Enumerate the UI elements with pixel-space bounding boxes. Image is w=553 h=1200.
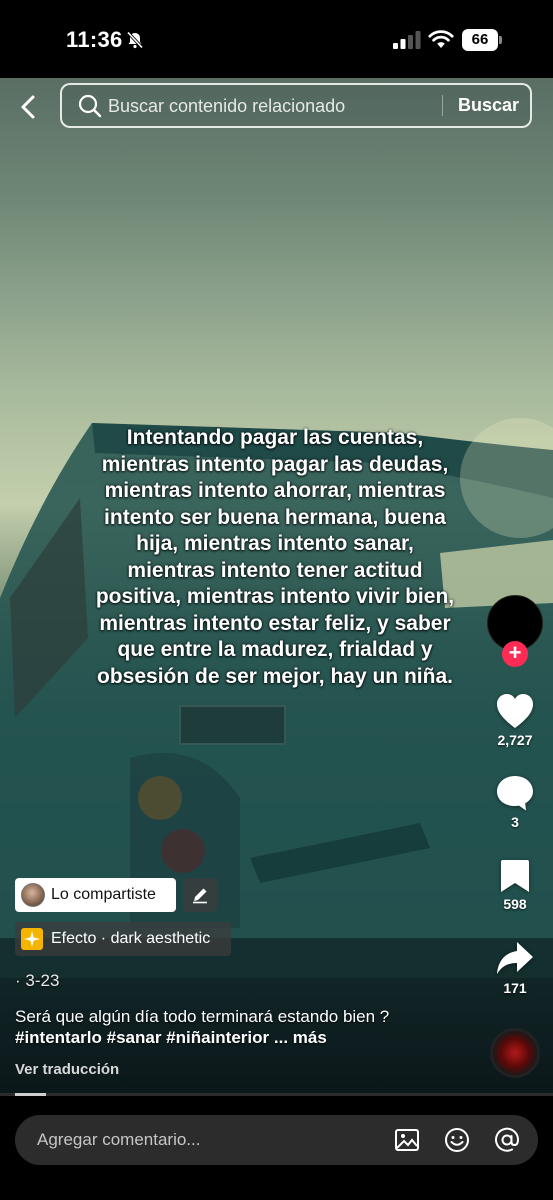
like-count: 2,727 [497, 732, 533, 748]
save-count: 598 [503, 896, 527, 912]
search-input[interactable]: Buscar contenido relacionado [108, 96, 345, 117]
battery-indicator: 66 [462, 29, 502, 51]
shared-chip[interactable]: Lo compartiste [15, 878, 176, 912]
status-bar: 11:36 66 [0, 0, 553, 78]
comment-input[interactable]: Agregar comentario... [15, 1115, 538, 1165]
comment-icon [497, 776, 533, 811]
sparkle-icon [21, 928, 43, 950]
battery-level: 66 [462, 29, 498, 51]
battery-tip [499, 36, 502, 44]
shared-label: Lo compartiste [51, 886, 156, 903]
video-overlay-text: Intentando pagar las cuentas, mientras i… [95, 426, 455, 688]
heart-icon [497, 694, 533, 728]
sound-disc[interactable] [490, 1028, 540, 1078]
translate-link[interactable]: Ver traducción [15, 1061, 119, 1078]
share-count: 171 [503, 980, 527, 996]
caption-hashtags[interactable]: #intentarlo #sanar #niñainterior [15, 1028, 269, 1047]
comment-count: 3 [511, 814, 519, 830]
share-button[interactable]: 171 [488, 940, 542, 996]
video-player[interactable]: Buscar contenido relacionado Buscar Inte… [0, 78, 553, 1093]
emoji-icon[interactable] [444, 1127, 470, 1153]
bell-slash-icon [126, 31, 144, 49]
save-button[interactable]: 598 [488, 858, 542, 912]
more-link[interactable]: ... más [274, 1028, 327, 1047]
search-divider [442, 95, 443, 116]
comment-button[interactable]: 3 [488, 774, 542, 830]
effect-label: Efecto · dark aesthetic [51, 930, 211, 947]
search-button[interactable]: Buscar [458, 95, 519, 116]
post-date: · 3-23 [15, 971, 60, 990]
edit-button[interactable] [183, 878, 217, 912]
effect-chip[interactable]: Efecto · dark aesthetic [15, 922, 231, 956]
user-avatar [21, 883, 45, 907]
like-button[interactable]: 2,727 [488, 692, 542, 748]
share-icon [497, 942, 533, 974]
bookmark-icon [501, 860, 529, 892]
search-icon [78, 94, 102, 118]
comment-bar: Agregar comentario... [0, 1096, 553, 1200]
comment-placeholder: Agregar comentario... [37, 1130, 201, 1149]
pencil-icon [193, 888, 207, 904]
image-icon[interactable] [394, 1127, 420, 1153]
caption-text: Será que algún día todo terminará estand… [15, 1007, 390, 1026]
plus-icon: + [508, 640, 522, 665]
follow-button[interactable]: + [502, 641, 528, 667]
back-icon[interactable] [14, 92, 44, 122]
search-bar[interactable]: Buscar contenido relacionado Buscar [60, 83, 532, 128]
signal-icon [393, 31, 421, 49]
wifi-icon [428, 30, 454, 48]
at-icon[interactable] [494, 1127, 520, 1153]
status-time: 11:36 [66, 27, 123, 52]
post-caption[interactable]: Será que algún día todo terminará estand… [15, 1006, 470, 1048]
